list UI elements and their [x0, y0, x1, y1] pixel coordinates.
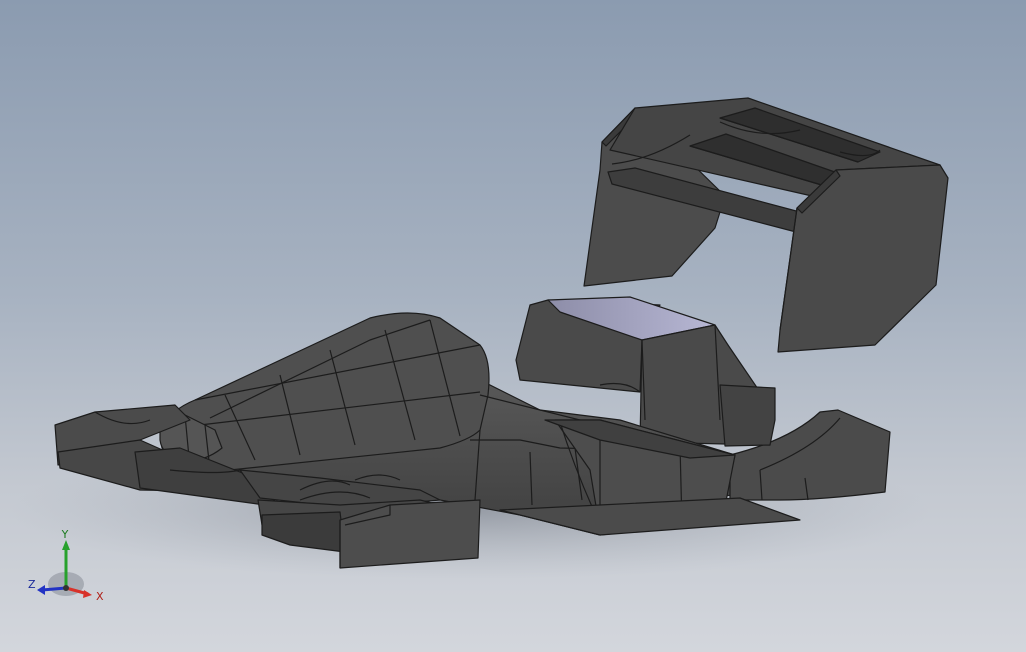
triad-z-axis: [41, 586, 67, 592]
triad-z-arrow: [37, 585, 45, 595]
triad-svg: Y X Z: [28, 528, 104, 603]
triad-y-arrow: [62, 540, 70, 550]
triad-z-label: Z: [28, 578, 36, 591]
reference-triad: Y X Z: [22, 528, 106, 608]
triad-x-arrow: [83, 590, 92, 598]
triad-x-label: X: [96, 590, 104, 603]
model-3d-view[interactable]: [0, 0, 1026, 652]
triad-origin: [63, 585, 69, 591]
sidepod-right: [719, 384, 776, 447]
triad-y-label: Y: [61, 528, 69, 541]
graphics-viewport[interactable]: Y X Z: [0, 0, 1026, 652]
